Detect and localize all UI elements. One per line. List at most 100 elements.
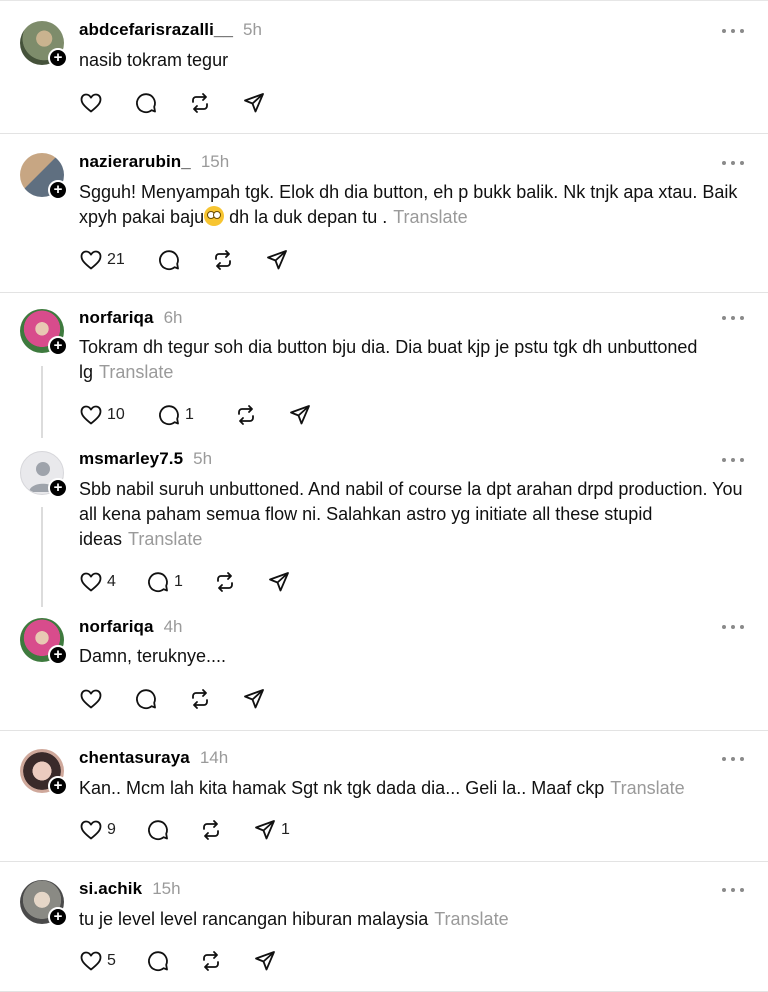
timestamp: 5h — [193, 449, 213, 468]
action-bar: 21 — [79, 248, 289, 272]
timestamp: 4h — [163, 617, 183, 636]
share-button[interactable] — [288, 403, 312, 427]
share-button[interactable]: 1 — [253, 818, 290, 842]
follow-plus-icon[interactable]: + — [48, 48, 68, 68]
more-icon[interactable] — [722, 158, 744, 168]
share-button[interactable] — [242, 91, 266, 115]
repost-button[interactable] — [199, 818, 253, 842]
repost-button[interactable] — [234, 403, 288, 427]
share-button[interactable] — [267, 570, 291, 594]
username[interactable]: abdcefarisrazalli__ — [79, 20, 233, 40]
like-count: 4 — [107, 573, 116, 590]
action-bar: 10 1 — [79, 403, 312, 427]
like-button[interactable] — [79, 687, 134, 711]
username[interactable]: norfariqa — [79, 617, 154, 637]
more-icon[interactable] — [722, 885, 744, 895]
follow-plus-icon[interactable]: + — [48, 180, 68, 200]
translate-link[interactable]: Translate — [393, 207, 467, 227]
post-header: abdcefarisrazalli__ 5h — [79, 20, 262, 42]
like-button[interactable]: 9 — [79, 818, 146, 842]
avatar[interactable]: + — [20, 749, 68, 796]
more-icon[interactable] — [722, 754, 744, 764]
heart-icon — [80, 689, 102, 709]
more-icon[interactable] — [722, 26, 744, 36]
like-button[interactable]: 5 — [79, 949, 146, 973]
like-button[interactable] — [79, 91, 134, 115]
post-text: Sgguh! Menyampah tgk. Elok dh dia button… — [79, 180, 759, 230]
post-text: Kan.. Mcm lah kita hamak Sgt nk tgk dada… — [79, 776, 759, 801]
timestamp: 14h — [199, 748, 229, 767]
post-header: si.achik 15h — [79, 879, 181, 901]
reply-button[interactable] — [146, 949, 199, 973]
like-button[interactable]: 4 — [79, 570, 146, 594]
username[interactable]: msmarley7.5 — [79, 449, 183, 469]
avatar[interactable]: + — [20, 451, 68, 498]
comment-icon — [148, 820, 168, 841]
more-icon[interactable] — [722, 622, 744, 632]
action-bar: 4 1 — [79, 570, 291, 594]
follow-plus-icon[interactable]: + — [48, 907, 68, 927]
repost-button[interactable] — [211, 248, 265, 272]
share-count: 1 — [281, 821, 290, 838]
follow-plus-icon[interactable]: + — [48, 776, 68, 796]
avatar[interactable]: + — [20, 618, 68, 665]
follow-plus-icon[interactable]: + — [48, 478, 68, 498]
follow-plus-icon[interactable]: + — [48, 336, 68, 356]
timestamp: 6h — [163, 308, 183, 327]
reply-button[interactable] — [134, 91, 188, 115]
repost-button[interactable] — [213, 570, 267, 594]
send-icon — [244, 689, 264, 709]
send-icon — [244, 93, 264, 113]
share-button[interactable] — [253, 949, 277, 973]
timestamp: 5h — [243, 20, 262, 39]
post-body: Kan.. Mcm lah kita hamak Sgt nk tgk dada… — [79, 778, 605, 798]
repost-icon — [238, 405, 254, 425]
more-icon[interactable] — [722, 313, 744, 323]
username[interactable]: si.achik — [79, 879, 142, 899]
like-button[interactable]: 10 — [79, 403, 157, 427]
divider — [0, 292, 768, 293]
send-icon — [255, 820, 275, 840]
timestamp: 15h — [152, 879, 181, 898]
replies-feed: + abdcefarisrazalli__ 5h nasib tokram te… — [0, 0, 768, 992]
share-button[interactable] — [242, 687, 266, 711]
avatar[interactable]: + — [20, 880, 68, 927]
avatar[interactable]: + — [20, 21, 68, 68]
reply-button[interactable] — [146, 818, 199, 842]
reply-button[interactable] — [134, 687, 188, 711]
post-text: Tokram dh tegur soh dia button bju dia. … — [79, 335, 759, 385]
reply-button[interactable] — [157, 248, 211, 272]
username[interactable]: chentasuraya — [79, 748, 190, 768]
heart-icon — [80, 951, 102, 971]
post-header: norfariqa 4h — [79, 617, 183, 639]
username[interactable]: nazierarubin_ — [79, 152, 191, 172]
repost-icon — [192, 689, 208, 709]
translate-link[interactable]: Translate — [610, 778, 684, 798]
repost-button[interactable] — [199, 949, 253, 973]
follow-plus-icon[interactable]: + — [48, 645, 68, 665]
reply-button[interactable]: 1 — [146, 570, 213, 594]
repost-icon — [192, 93, 208, 113]
post-body-continued: dh la duk depan tu . — [224, 207, 388, 227]
repost-icon — [217, 572, 233, 592]
avatar[interactable]: + — [20, 309, 68, 356]
repost-button[interactable] — [188, 91, 242, 115]
avatar[interactable]: + — [20, 153, 68, 200]
translate-link[interactable]: Translate — [128, 529, 202, 549]
repost-button[interactable] — [188, 687, 242, 711]
divider — [0, 133, 768, 134]
divider — [0, 861, 768, 862]
like-button[interactable]: 21 — [79, 248, 157, 272]
more-icon[interactable] — [722, 455, 744, 465]
heart-icon — [80, 572, 102, 592]
post-text: nasib tokram tegur — [79, 48, 759, 73]
heart-icon — [80, 820, 102, 840]
reply-button[interactable]: 1 — [157, 403, 234, 427]
share-button[interactable] — [265, 248, 289, 272]
repost-icon — [203, 820, 219, 840]
translate-link[interactable]: Translate — [99, 362, 173, 382]
post-body: Damn, teruknye.... — [79, 646, 227, 666]
post-header: msmarley7.5 5h — [79, 449, 212, 471]
username[interactable]: norfariqa — [79, 308, 154, 328]
translate-link[interactable]: Translate — [434, 909, 508, 929]
